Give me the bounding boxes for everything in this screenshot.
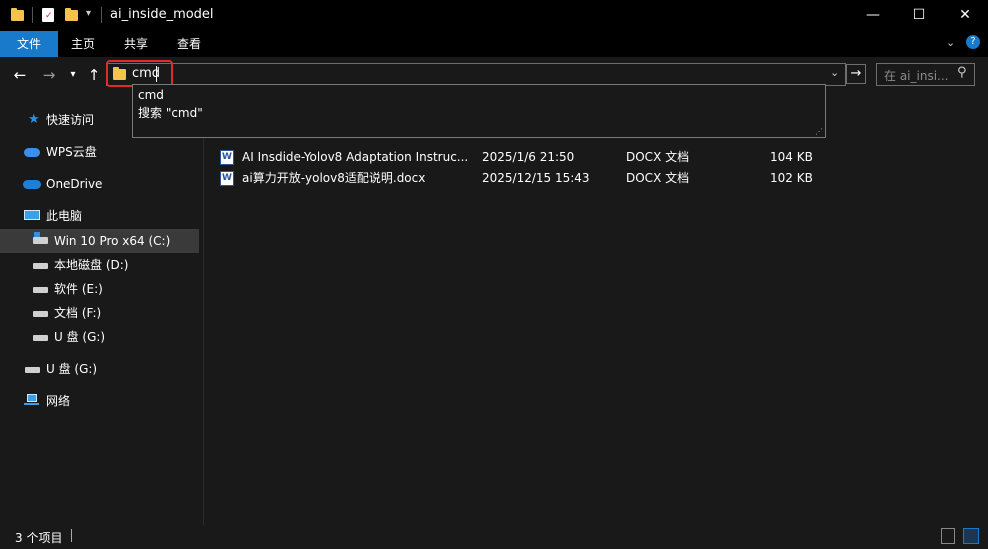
drive-icon: [33, 287, 48, 293]
drive-icon: [33, 335, 48, 341]
search-input[interactable]: 在 ai_insi...: [884, 67, 948, 84]
file-date: 2025/1/6 21:50: [482, 150, 575, 164]
tab-home[interactable]: 主页: [62, 31, 104, 57]
new-folder-icon[interactable]: [65, 8, 78, 21]
address-bar[interactable]: [106, 63, 846, 86]
sidebar-item-label: Win 10 Pro x64 (C:): [54, 234, 171, 248]
suggestion-item[interactable]: 搜索 "cmd": [138, 104, 203, 122]
maximize-button[interactable]: ☐: [896, 0, 942, 31]
highlight-box: [106, 60, 173, 87]
sidebar-item-label: 软件 (E:): [54, 282, 103, 296]
expand-ribbon-icon[interactable]: ⌄: [946, 36, 955, 49]
sidebar-item-label: 此电脑: [46, 209, 83, 223]
sidebar-item-label: U 盘 (G:): [46, 362, 98, 376]
status-bar: [0, 525, 988, 549]
forward-arrow-icon[interactable]: →: [38, 64, 60, 86]
address-dropdown-icon[interactable]: ⌄: [830, 66, 839, 79]
up-arrow-icon[interactable]: ↑: [83, 64, 105, 86]
table-row[interactable]: ai算力开放-yolov8适配说明.docx 2025/12/15 15:43 …: [220, 168, 820, 189]
status-separator: [71, 529, 72, 542]
sidebar-item-label: 网络: [46, 394, 71, 408]
recent-locations-icon[interactable]: ▾: [62, 64, 84, 86]
separator: [101, 7, 102, 23]
star-icon: ★: [28, 112, 40, 127]
tab-view[interactable]: 查看: [167, 31, 211, 57]
resize-grip-icon[interactable]: ⋰: [815, 127, 823, 136]
file-date: 2025/12/15 15:43: [482, 171, 590, 185]
sidebar-item-onedrive[interactable]: OneDrive: [0, 172, 200, 196]
sidebar-item-wps-cloud[interactable]: WPS云盘: [0, 140, 200, 164]
usb-drive-icon: [25, 367, 40, 373]
sidebar-item-label: WPS云盘: [46, 145, 97, 159]
close-button[interactable]: ✕: [942, 0, 988, 31]
pane-divider: [203, 94, 204, 525]
word-document-icon: [220, 150, 234, 165]
back-arrow-icon[interactable]: ←: [9, 64, 31, 86]
folder-icon: [11, 8, 24, 21]
sidebar-item-e-drive[interactable]: 软件 (E:): [0, 277, 200, 301]
tab-file[interactable]: 文件: [0, 31, 58, 57]
search-icon[interactable]: ⚲: [957, 65, 967, 80]
autocomplete-dropdown: cmd 搜索 "cmd" ⋰: [132, 84, 826, 138]
word-document-icon: [220, 171, 234, 186]
search-box[interactable]: 在 ai_insi... ⚲: [876, 63, 975, 86]
sidebar-item-this-pc[interactable]: 此电脑: [0, 204, 200, 228]
file-size: 102 KB: [770, 171, 813, 185]
drive-icon: [33, 263, 48, 269]
onedrive-icon: [23, 180, 41, 189]
sidebar-item-label: 文档 (F:): [54, 306, 102, 320]
separator: [32, 7, 33, 23]
window-title: ai_inside_model: [110, 7, 214, 22]
sidebar-item-f-drive[interactable]: 文档 (F:): [0, 301, 200, 325]
sidebar-item-label: 本地磁盘 (D:): [54, 258, 129, 272]
sidebar-item-label: U 盘 (G:): [54, 330, 106, 344]
drive-icon: [33, 311, 48, 317]
help-icon[interactable]: ?: [966, 35, 980, 49]
properties-icon[interactable]: ✓: [42, 8, 54, 22]
file-type: DOCX 文档: [626, 171, 690, 185]
file-name: ai算力开放-yolov8适配说明.docx: [242, 171, 426, 185]
cloud-icon: [24, 148, 40, 157]
large-icons-view-icon[interactable]: [963, 528, 979, 544]
suggestion-item[interactable]: cmd: [138, 86, 164, 104]
network-icon: [24, 394, 39, 407]
sidebar-item-label: OneDrive: [46, 177, 103, 191]
sidebar-item-g-drive[interactable]: U 盘 (G:): [0, 325, 200, 349]
file-size: 104 KB: [770, 150, 813, 164]
item-count: 3 个项目: [15, 531, 63, 545]
sidebar-item-label: 快速访问: [46, 113, 95, 127]
customize-quick-access-icon[interactable]: ▾: [86, 8, 91, 19]
sidebar-item-c-drive[interactable]: Win 10 Pro x64 (C:): [0, 229, 199, 253]
sidebar-item-d-drive[interactable]: 本地磁盘 (D:): [0, 253, 200, 277]
go-arrow-icon[interactable]: →: [846, 64, 866, 84]
minimize-button[interactable]: —: [850, 0, 896, 31]
table-row[interactable]: AI Insdide-Yolov8 Adaptation Instruc... …: [220, 147, 820, 168]
file-type: DOCX 文档: [626, 150, 690, 164]
sidebar-item-network[interactable]: 网络: [0, 389, 200, 413]
details-view-icon[interactable]: [941, 528, 955, 544]
system-drive-icon: [33, 232, 48, 244]
sidebar-item-usb-drive[interactable]: U 盘 (G:): [0, 357, 200, 381]
tab-share[interactable]: 共享: [114, 31, 158, 57]
computer-icon: [24, 210, 40, 220]
file-name: AI Insdide-Yolov8 Adaptation Instruc...: [242, 150, 469, 164]
